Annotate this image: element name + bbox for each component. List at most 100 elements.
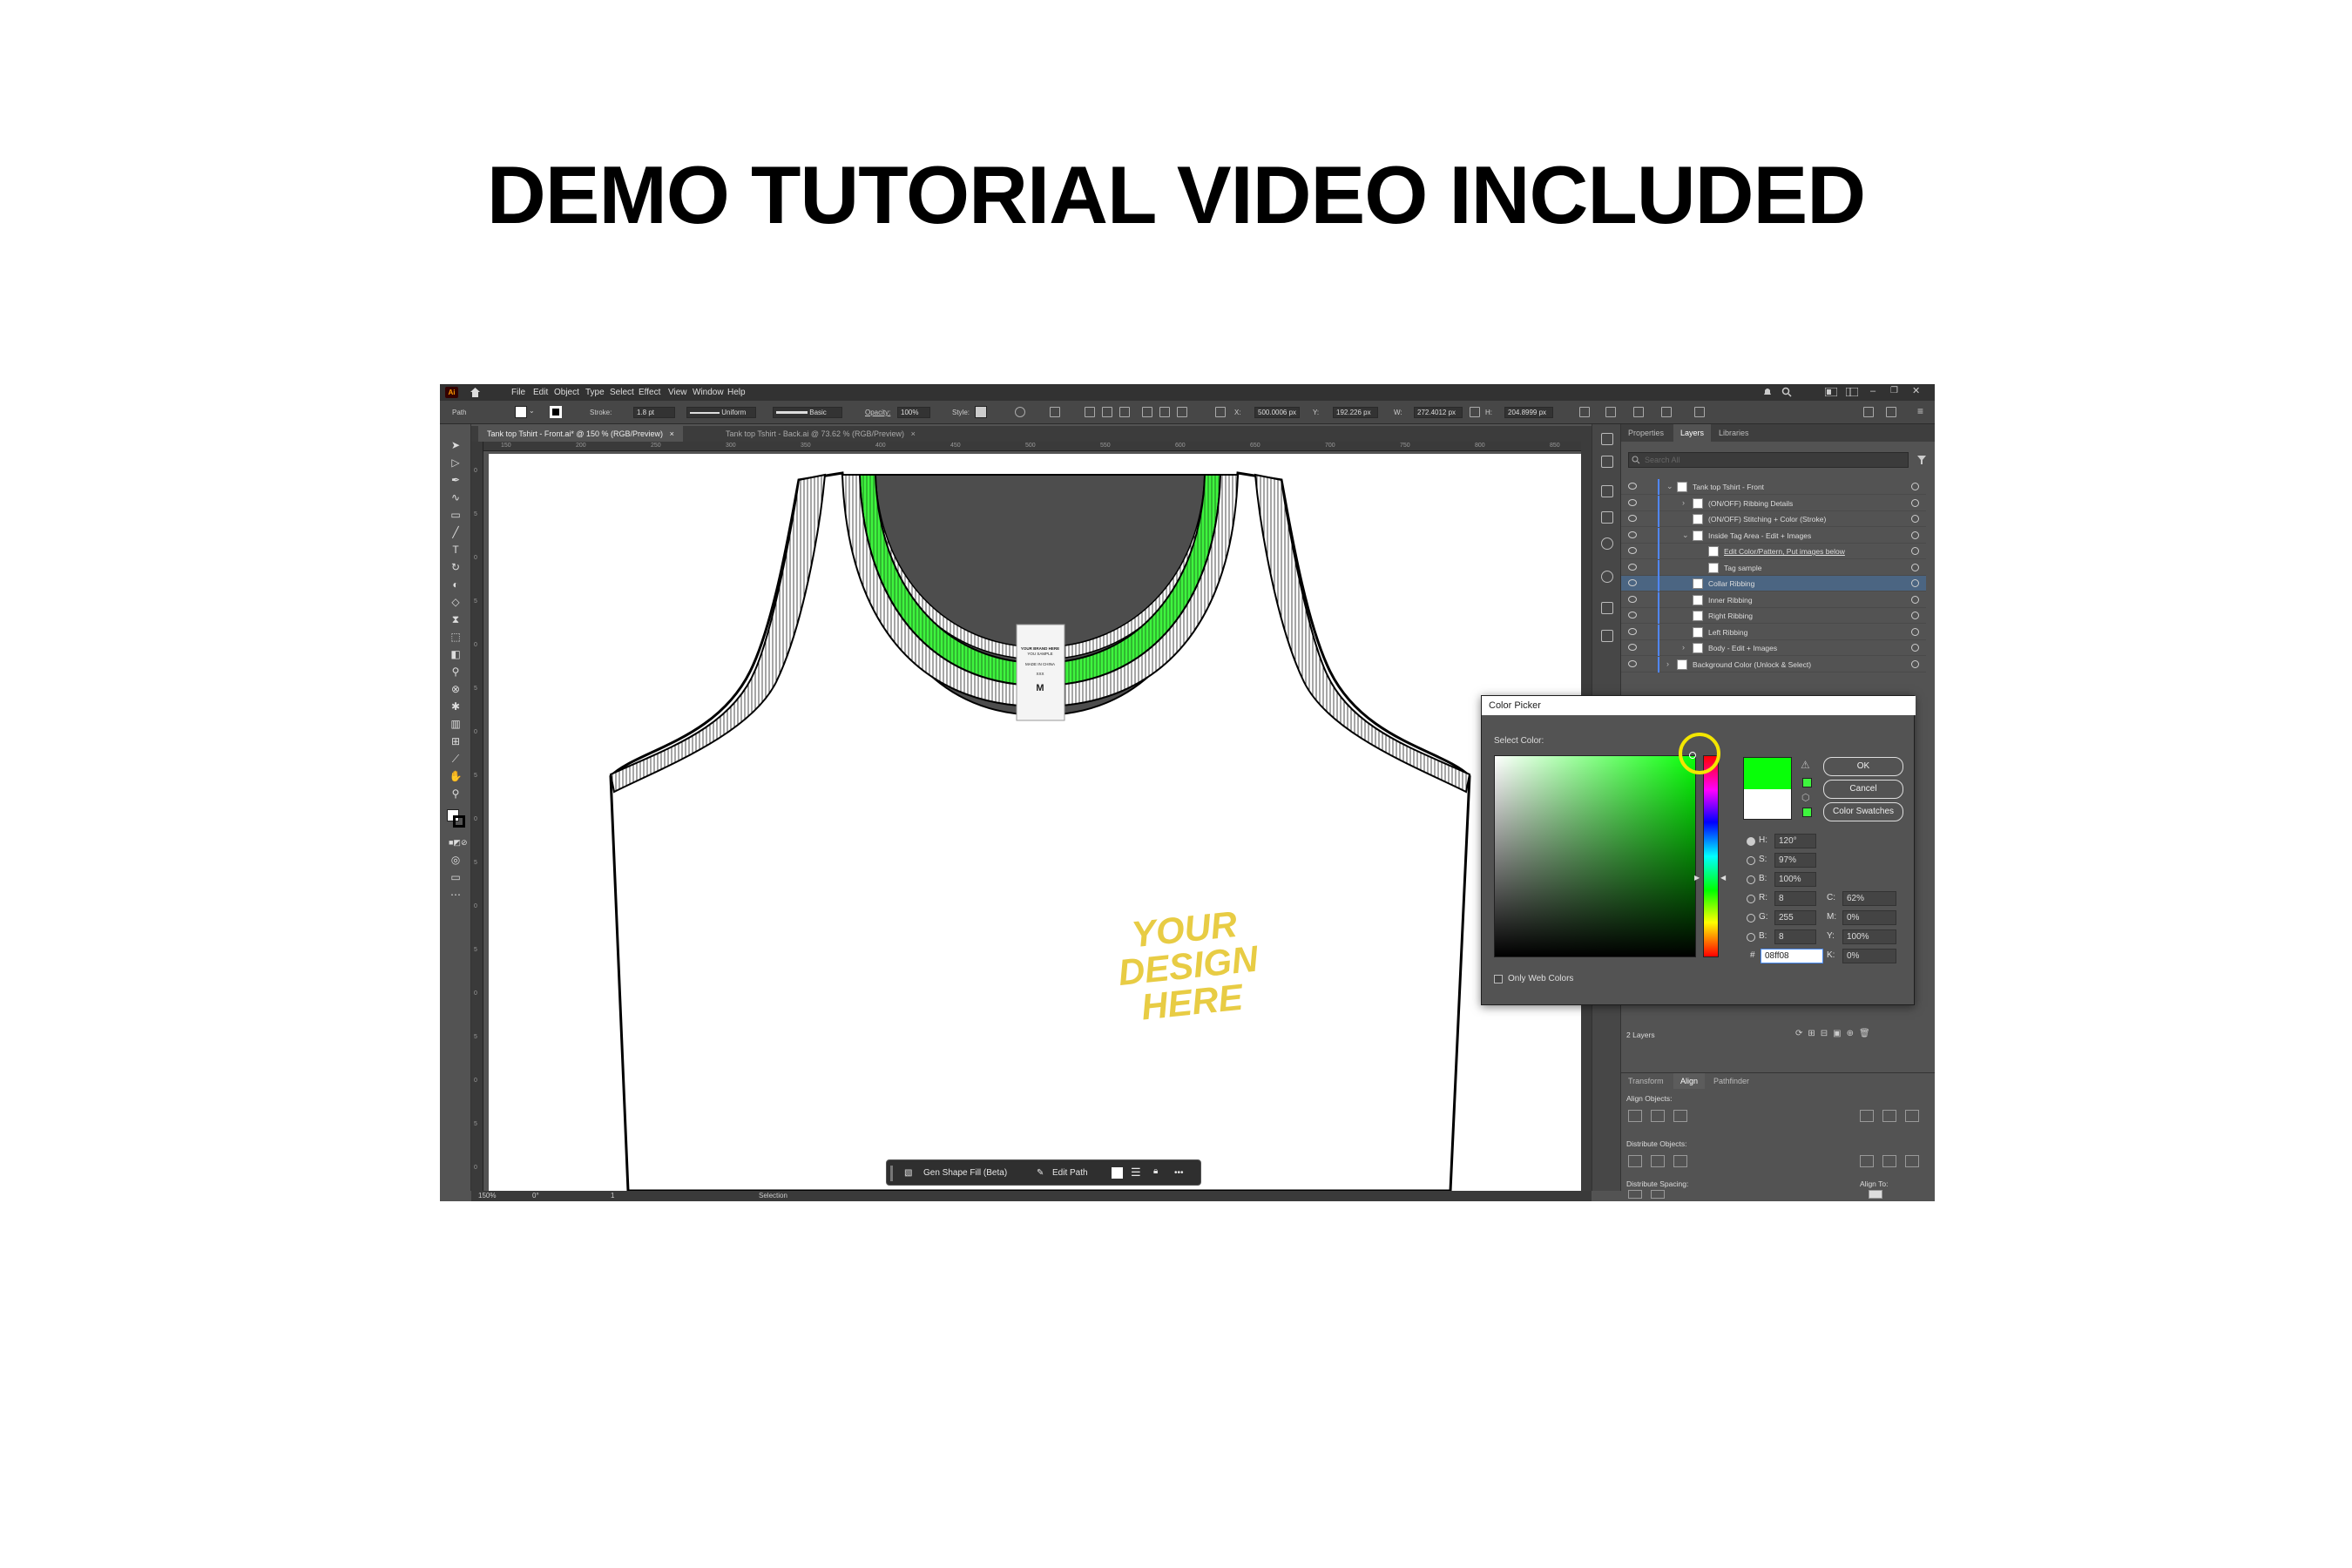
layer-row[interactable]: Left Ribbing	[1621, 624, 1926, 640]
workspace-icon[interactable]	[1846, 388, 1858, 396]
artboard-number[interactable]: 1	[611, 1192, 614, 1200]
layer-name[interactable]: Tank top Tshirt - Front	[1693, 483, 1764, 491]
layer-name[interactable]: Left Ribbing	[1708, 628, 1747, 637]
tab-layers[interactable]: Layers	[1673, 424, 1712, 442]
selection-tool-icon[interactable]: ➤	[449, 438, 463, 452]
visibility-eye-icon[interactable]	[1628, 563, 1637, 571]
zoom-level[interactable]: 150%	[478, 1192, 496, 1200]
shape-builder-icon[interactable]: ◐	[449, 578, 463, 591]
graphic-style-swatch[interactable]	[975, 406, 987, 418]
arrange-objects-icon[interactable]	[1633, 407, 1644, 417]
stroke-lines-icon[interactable]: ☰	[1131, 1166, 1141, 1179]
x-field[interactable]: 500.0006 px	[1254, 407, 1300, 418]
pen-tool-icon[interactable]: ✒	[449, 473, 463, 487]
minimize-icon[interactable]: –	[1870, 386, 1876, 396]
tank-top-artwork[interactable]: YOUR BRAND HERE YOU SAMPLE MADE IN CHINA…	[489, 454, 1581, 1191]
only-web-colors-checkbox[interactable]	[1494, 975, 1503, 983]
out-of-gamut-warning-icon[interactable]: ⚠	[1801, 759, 1810, 771]
restore-icon[interactable]: ❐	[1890, 386, 1898, 395]
visibility-eye-icon[interactable]	[1628, 595, 1637, 603]
home-icon[interactable]	[470, 387, 481, 398]
artboard-tool-icon[interactable]: ⊞	[449, 734, 463, 748]
rotation-value[interactable]: 0°	[532, 1192, 539, 1200]
r-radio[interactable]	[1747, 895, 1755, 903]
screen-mode-icon[interactable]: ▭	[449, 870, 463, 884]
align-left-icon[interactable]	[1085, 407, 1095, 417]
curvature-tool-icon[interactable]: ∿	[449, 490, 463, 504]
layer-row[interactable]: › Background Color (Unlock & Select)	[1621, 656, 1926, 672]
layer-name[interactable]: Background Color (Unlock & Select)	[1693, 660, 1811, 669]
draw-mode-icon[interactable]: ◎	[449, 853, 463, 867]
align-to-selection-icon[interactable]	[1869, 1190, 1882, 1199]
layer-target-icon[interactable]	[1911, 563, 1919, 571]
tab-align[interactable]: Align	[1673, 1073, 1706, 1089]
stroke-swatch[interactable]	[550, 406, 562, 418]
hue-slider[interactable]	[1703, 755, 1719, 957]
layer-search-input[interactable]: Search All	[1628, 452, 1909, 468]
layer-name[interactable]: (ON/OFF) Stitching + Color (Stroke)	[1708, 515, 1826, 524]
c-field[interactable]: 62%	[1842, 891, 1896, 906]
artboard-canvas[interactable]: YOUR BRAND HERE YOU SAMPLE MADE IN CHINA…	[489, 454, 1581, 1191]
layer-row[interactable]: Inner Ribbing	[1621, 591, 1926, 608]
fill-icon[interactable]	[1112, 1167, 1123, 1179]
type-tool-icon[interactable]: T	[449, 543, 463, 557]
layer-name[interactable]: Tag sample	[1724, 564, 1761, 572]
layer-row[interactable]: ⌄ Inside Tag Area - Edit + Images	[1621, 527, 1926, 544]
layer-row[interactable]: › Body - Edit + Images	[1621, 640, 1926, 656]
layer-row[interactable]: ⌄ Tank top Tshirt - Front	[1621, 479, 1926, 495]
align-right-icon[interactable]	[1673, 1110, 1687, 1122]
gen-shape-fill-button[interactable]: Gen Shape Fill (Beta)	[923, 1168, 1007, 1178]
brush-dropdown[interactable]: Basic	[773, 407, 842, 418]
isolate-icon[interactable]	[1661, 407, 1672, 417]
layer-name[interactable]: Inside Tag Area - Edit + Images	[1708, 531, 1811, 540]
document-info-icon[interactable]	[1601, 485, 1613, 497]
panel-options-icon[interactable]	[1863, 407, 1874, 417]
g-field[interactable]: 255	[1774, 910, 1816, 925]
web-safe-warning-icon[interactable]: ⬡	[1801, 792, 1810, 803]
color-swatches-button[interactable]: Color Swatches	[1823, 802, 1903, 821]
ok-button[interactable]: OK	[1823, 757, 1903, 776]
blue-field[interactable]: 8	[1774, 929, 1816, 944]
hex-field[interactable]: 08ff08	[1761, 949, 1823, 963]
layer-target-icon[interactable]	[1911, 498, 1919, 507]
align-vcenter-icon[interactable]	[1882, 1110, 1896, 1122]
layer-target-icon[interactable]	[1911, 659, 1919, 668]
visibility-eye-icon[interactable]	[1628, 483, 1637, 490]
menu-type[interactable]: Type	[585, 388, 605, 397]
spacing-vertical-icon[interactable]	[1628, 1190, 1642, 1199]
lock-icon[interactable]: 🔒︎	[1153, 1166, 1158, 1176]
paragraph-icon[interactable]	[1601, 630, 1613, 642]
artboards-icon[interactable]	[1601, 433, 1613, 445]
rectangle-tool-icon[interactable]: ▭	[449, 508, 463, 522]
align-hcenter-icon[interactable]	[1651, 1110, 1665, 1122]
distribute-right-icon[interactable]	[1905, 1155, 1919, 1167]
appearance-icon[interactable]	[1601, 571, 1613, 583]
layer-name[interactable]: Right Ribbing	[1708, 612, 1753, 620]
libraries-icon[interactable]	[1601, 511, 1613, 524]
transform-icon[interactable]	[1579, 407, 1590, 417]
s-radio[interactable]	[1747, 856, 1755, 865]
recolor-icon[interactable]	[1015, 407, 1025, 417]
gamut-swatch[interactable]	[1802, 778, 1812, 787]
arrange-documents-icon[interactable]	[1886, 407, 1896, 417]
eraser-tool-icon[interactable]: ◇	[449, 595, 463, 609]
link-icon[interactable]	[1470, 407, 1480, 417]
close-tab-icon[interactable]: ×	[911, 429, 916, 438]
layer-target-icon[interactable]	[1911, 483, 1919, 490]
h-radio[interactable]	[1747, 837, 1755, 846]
web-safe-swatch[interactable]	[1802, 808, 1812, 817]
zoom-tool-icon[interactable]: ⚲	[449, 787, 463, 801]
tab-pathfinder[interactable]: Pathfinder	[1707, 1073, 1756, 1089]
visibility-eye-icon[interactable]	[1628, 659, 1637, 667]
y-field[interactable]: 192.226 px	[1333, 407, 1378, 418]
layer-target-icon[interactable]	[1911, 531, 1919, 539]
m-field[interactable]: 0%	[1842, 910, 1896, 925]
align-top-icon[interactable]	[1860, 1110, 1874, 1122]
distribute-left-icon[interactable]	[1860, 1155, 1874, 1167]
menu-window[interactable]: Window	[693, 388, 724, 397]
layer-target-icon[interactable]	[1911, 547, 1919, 555]
more-tools-icon[interactable]: ⋯	[449, 888, 463, 902]
menu-object[interactable]: Object	[554, 388, 579, 397]
tab-front-document[interactable]: Tank top Tshirt - Front.ai* @ 150 % (RGB…	[478, 426, 683, 442]
search-icon[interactable]	[1781, 387, 1792, 397]
